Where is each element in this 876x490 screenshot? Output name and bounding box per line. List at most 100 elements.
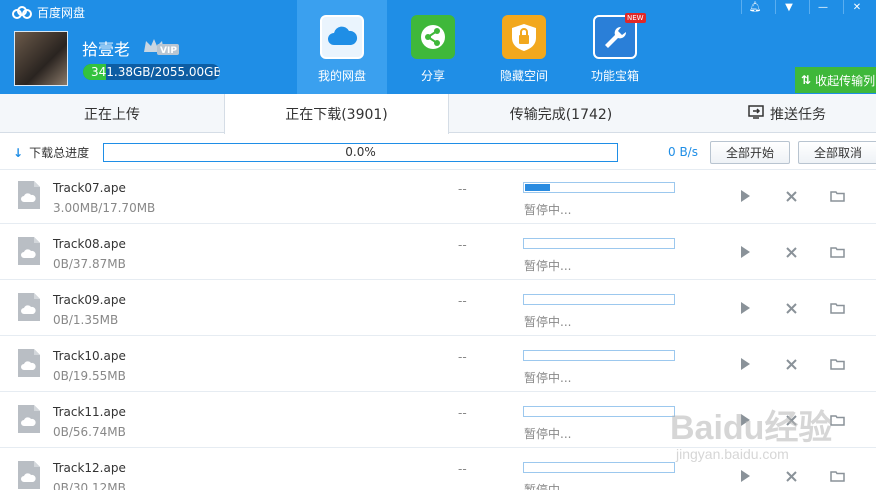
file-status: 暂停中... [524,203,572,217]
delete-button[interactable] [783,356,799,372]
app-logo: 百度网盘 [12,4,85,21]
file-cloud-icon [18,461,40,489]
nav-hidden-space[interactable]: 隐藏空间 [479,0,569,94]
username[interactable]: 拾壹老 [82,36,130,60]
delete-button[interactable] [783,188,799,204]
folder-icon [829,191,845,202]
resume-button[interactable] [737,244,753,260]
download-arrow-icon: ↓ [13,145,24,160]
download-row[interactable]: Track10.ape 0B/19.55MB -- 暂停中... [0,336,876,392]
delete-button[interactable] [783,468,799,484]
open-folder-button[interactable] [829,356,845,372]
avatar[interactable] [14,31,68,86]
resume-button[interactable] [737,188,753,204]
file-speed: -- [458,462,467,476]
file-status: 暂停中... [524,371,572,385]
app-title: 百度网盘 [37,6,86,20]
notification-icon[interactable]: 🔔︎ [741,0,768,14]
file-progress-bar [523,294,675,305]
nav-label: 我的网盘 [317,69,366,83]
play-icon [741,190,750,202]
file-cloud-icon [18,349,40,377]
cancel-all-button[interactable]: 全部取消 [798,141,876,164]
resume-button[interactable] [737,468,753,484]
vip-label: VIP [160,46,177,56]
file-speed: -- [458,350,467,364]
watermark-url: jingyan.baidu.com [676,446,789,462]
total-progress-label: ↓ 下载总进度 [13,145,90,161]
close-icon[interactable]: ✕ [843,0,870,14]
resume-button[interactable] [737,300,753,316]
menu-icon[interactable]: ▼ [775,0,802,14]
open-folder-button[interactable] [829,300,845,316]
file-size: 0B/19.55MB [53,369,126,383]
file-progress-bar [523,406,675,417]
download-row[interactable]: Track09.ape 0B/1.35MB -- 暂停中... [0,280,876,336]
file-size: 3.00MB/17.70MB [53,201,156,215]
collapse-label: 收起传输列 [815,73,876,88]
file-speed: -- [458,294,467,308]
nav-label: 隐藏空间 [499,69,548,83]
baidu-cloud-logo-icon [12,5,32,19]
open-folder-button[interactable] [829,468,845,484]
share-icon [411,15,455,59]
file-name: Track09.ape [53,293,126,307]
delete-button[interactable] [783,300,799,316]
file-cloud-icon [18,405,40,433]
tab-downloading[interactable]: 正在下载(3901) [224,94,449,134]
nav-toolbox[interactable]: NEW 功能宝箱 [570,0,660,94]
play-icon [741,302,750,314]
close-icon [785,246,797,258]
file-name: Track11.ape [53,405,126,419]
nav-label: 功能宝箱 [590,69,639,83]
push-task-button[interactable]: 推送任务 [748,94,826,133]
watermark: Baidu经验 [670,409,833,447]
tab-uploading[interactable]: 正在上传 [0,94,224,133]
file-size: 0B/30.12MB [53,481,126,490]
quota-bar: 341.38GB/2055.00GB [83,64,220,80]
file-progress-bar [523,182,675,193]
nav-my-netdisk[interactable]: 我的网盘 [297,0,387,94]
resume-button[interactable] [737,356,753,372]
new-badge: NEW [625,13,646,23]
folder-icon [829,359,845,370]
file-status: 暂停中... [524,259,572,273]
open-folder-button[interactable] [829,244,845,260]
nav-share[interactable]: 分享 [388,0,478,94]
play-icon [741,470,750,482]
file-status: 暂停中... [524,427,572,441]
total-speed: 0 B/s [668,145,698,159]
play-icon [741,246,750,258]
collapse-transfer-list-button[interactable]: ⇅ 收起传输列 [795,67,876,93]
file-cloud-icon [18,181,40,209]
start-all-button[interactable]: 全部开始 [710,141,790,164]
minimize-icon[interactable]: — [809,0,836,14]
transfer-tabs: 正在上传 正在下载(3901) 传输完成(1742) 推送任务 [0,94,876,134]
vip-crown-icon[interactable]: VIP [143,38,181,56]
delete-button[interactable] [783,244,799,260]
close-icon [785,470,797,482]
open-folder-button[interactable] [829,188,845,204]
close-icon [785,190,797,202]
nav-label: 分享 [420,69,445,83]
push-icon [748,104,764,123]
file-name: Track12.ape [53,461,126,475]
download-toolbar: ↓ 下载总进度 0.0% 0 B/s 全部开始 全部取消 [0,134,876,170]
file-cloud-icon [18,293,40,321]
file-size: 0B/56.74MB [53,425,126,439]
file-size: 0B/1.35MB [53,313,119,327]
download-row[interactable]: Track08.ape 0B/37.87MB -- 暂停中... [0,224,876,280]
total-progress-bar: 0.0% [103,143,618,162]
play-icon [741,358,750,370]
tab-completed[interactable]: 传输完成(1742) [449,94,673,133]
file-name: Track10.ape [53,349,126,363]
quota-text: 341.38GB/2055.00GB [91,65,220,79]
file-cloud-icon [18,237,40,265]
download-row[interactable]: Track07.ape 3.00MB/17.70MB -- 暂停中... [0,168,876,224]
close-icon [785,302,797,314]
file-status: 暂停中... [524,483,572,490]
file-name: Track07.ape [53,181,126,195]
close-icon [785,358,797,370]
lock-icon [502,15,546,59]
file-speed: -- [458,238,467,252]
